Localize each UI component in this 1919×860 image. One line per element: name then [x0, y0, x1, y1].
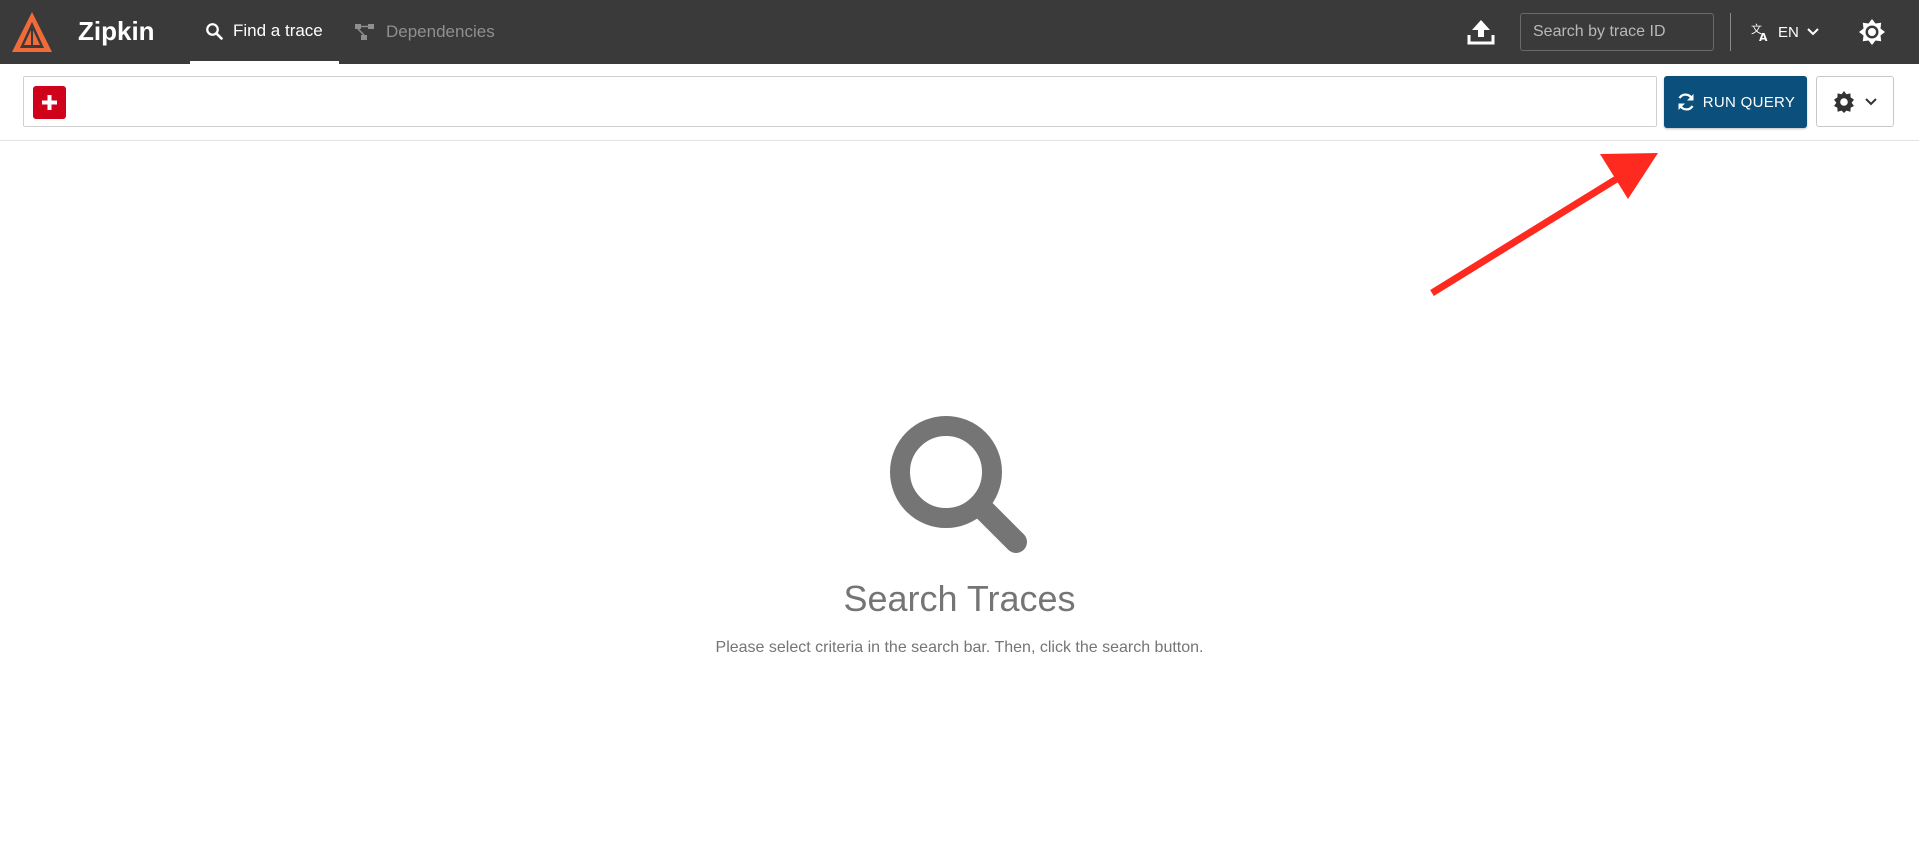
language-label: EN	[1778, 23, 1799, 41]
tab-label: Dependencies	[386, 22, 495, 41]
gear-icon	[1834, 90, 1854, 113]
svg-text:A: A	[1759, 31, 1768, 42]
translate-icon: 文 A	[1751, 22, 1768, 42]
refresh-icon	[1678, 93, 1694, 111]
annotation-arrow	[1430, 153, 1658, 296]
search-icon	[890, 416, 1027, 553]
upload-icon[interactable]	[1466, 18, 1496, 46]
trace-id-search-input[interactable]	[1520, 13, 1714, 51]
add-criteria-button[interactable]	[33, 86, 66, 119]
dependencies-graph-icon	[355, 24, 374, 40]
header-divider	[1730, 13, 1731, 51]
tab-label: Find a trace	[233, 20, 323, 40]
zipkin-logo-icon[interactable]	[10, 10, 54, 54]
search-criteria-bar[interactable]	[23, 76, 1657, 127]
tab-find-a-trace[interactable]: Find a trace	[190, 0, 339, 64]
search-icon	[206, 22, 223, 40]
language-selector[interactable]: 文 A EN	[1750, 18, 1819, 46]
plus-icon	[42, 95, 57, 110]
toolbar-divider	[0, 140, 1919, 141]
empty-state-title: Search Traces	[843, 578, 1076, 619]
query-settings-button[interactable]	[1816, 76, 1894, 127]
app-header: Zipkin Find a trace Dependencies 文 A EN	[0, 0, 1919, 64]
chevron-down-icon	[1865, 97, 1877, 105]
theme-toggle-icon[interactable]	[1858, 18, 1886, 46]
run-query-button[interactable]: RUN QUERY	[1664, 76, 1807, 128]
tab-dependencies[interactable]: Dependencies	[354, 0, 495, 64]
run-query-label: RUN QUERY	[1702, 93, 1796, 111]
app-name[interactable]: Zipkin	[78, 15, 155, 47]
empty-state-message: Please select criteria in the search bar…	[715, 639, 1204, 656]
chevron-down-icon	[1807, 28, 1819, 36]
